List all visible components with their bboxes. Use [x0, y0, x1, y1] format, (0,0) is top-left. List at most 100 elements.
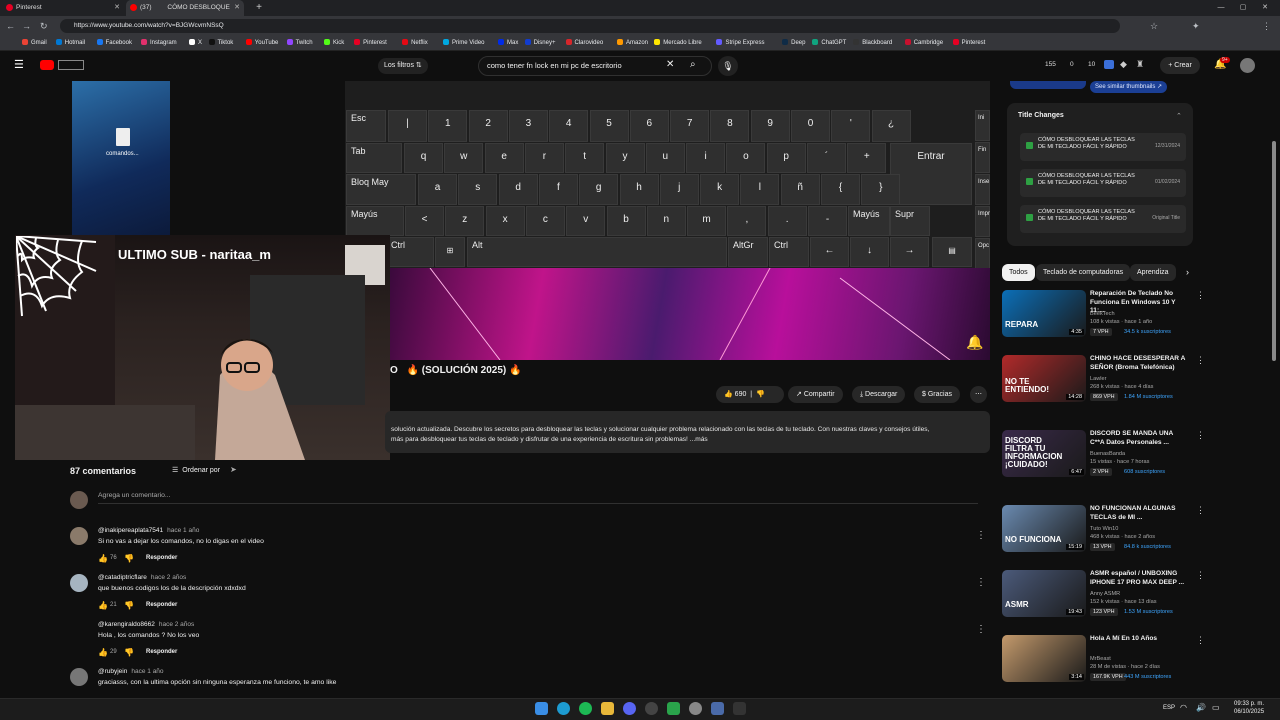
- key[interactable]: 4: [549, 110, 589, 142]
- comment-user[interactable]: @karengiraldo8662 hace 2 años: [98, 621, 194, 628]
- more-options-icon[interactable]: ⋮: [1196, 430, 1205, 441]
- see-similar-thumbnails-button[interactable]: See similar thumbnails ↗: [1090, 81, 1168, 93]
- bookmark-item[interactable]: X: [188, 36, 202, 51]
- key[interactable]: 5: [589, 110, 629, 142]
- chevron-up-icon[interactable]: ⌃: [1176, 112, 1182, 120]
- thumbs-down-icon[interactable]: 👎: [124, 554, 134, 563]
- key[interactable]: a: [418, 174, 457, 205]
- share-button[interactable]: ↗ Compartir: [788, 386, 843, 403]
- comment-user[interactable]: @catadiptricflare hace 2 años: [98, 574, 186, 581]
- key-supr[interactable]: Supr: [890, 206, 930, 236]
- sort-comments-button[interactable]: ☰ Ordenar por: [172, 466, 220, 474]
- file-explorer-icon[interactable]: [601, 702, 614, 715]
- key[interactable]: }: [861, 174, 901, 205]
- battery-icon[interactable]: ▭: [1212, 703, 1220, 712]
- more-options-icon[interactable]: ⋮: [976, 624, 986, 635]
- reply-button[interactable]: Responder: [146, 649, 177, 655]
- filter-chip[interactable]: Teclado de computadoras: [1036, 264, 1131, 281]
- arrow-key[interactable]: ↓: [850, 237, 889, 267]
- key[interactable]: ,: [727, 206, 767, 236]
- tab-youtube[interactable]: (37) CÓMO DESBLOQUE ✕: [126, 0, 244, 16]
- bookmark-item[interactable]: Prime Video: [442, 36, 485, 51]
- bookmark-item[interactable]: Tiktok: [208, 36, 233, 51]
- key[interactable]: v: [566, 206, 606, 236]
- bookmark-item[interactable]: YouTube: [245, 36, 278, 51]
- video-thumbnail[interactable]: 3:14: [1002, 635, 1086, 682]
- page-scrollbar[interactable]: [1271, 81, 1277, 698]
- recommended-video[interactable]: NO FUNCIONA 15:19 NO FUNCIONAN ALGUNAS TEC…: [1002, 505, 1205, 565]
- video-thumbnail[interactable]: NO FUNCIONA 15:19: [1002, 505, 1086, 552]
- close-icon[interactable]: ✕: [114, 0, 120, 16]
- key[interactable]: z: [445, 206, 485, 236]
- comment-user[interactable]: @rubyjein hace 1 año: [98, 668, 164, 675]
- key[interactable]: q: [404, 143, 443, 173]
- ext-icon[interactable]: [1104, 60, 1114, 69]
- ext3-icon[interactable]: ♜: [1136, 59, 1144, 70]
- key-ctrl[interactable]: Ctrl: [386, 237, 434, 267]
- bookmark-item[interactable]: Max: [498, 36, 518, 51]
- key[interactable]: e: [484, 143, 524, 173]
- discord-icon[interactable]: [623, 702, 636, 715]
- key[interactable]: +: [847, 143, 887, 173]
- more-options-icon[interactable]: ⋮: [1196, 635, 1205, 646]
- url-input[interactable]: https://www.youtube.com/watch?v=BJGWcvmN…: [60, 19, 1120, 33]
- volume-icon[interactable]: 🔊: [1196, 703, 1206, 712]
- side-key[interactable]: Ini: [975, 110, 990, 141]
- key[interactable]: h: [619, 174, 659, 205]
- key[interactable]: ´: [807, 143, 846, 173]
- thumbs-up-icon[interactable]: 👍: [98, 601, 108, 610]
- key[interactable]: m: [687, 206, 727, 236]
- bookmark-item[interactable]: Disney+: [524, 36, 555, 51]
- clock[interactable]: 09:33 p. m. 06/10/2025: [1234, 700, 1264, 716]
- key[interactable]: |: [388, 110, 427, 142]
- language-indicator[interactable]: ESP: [1163, 705, 1175, 711]
- key[interactable]: {: [821, 174, 860, 205]
- back-icon[interactable]: ←: [6, 19, 15, 33]
- reload-icon[interactable]: ↻: [40, 19, 48, 33]
- bookmark-item[interactable]: Mercado Libre: [654, 36, 702, 51]
- comment-user[interactable]: @inakipereaplata7541 hace 1 año: [98, 527, 199, 534]
- more-options-icon[interactable]: ⋮: [976, 577, 986, 588]
- bookmark-item[interactable]: Gmail: [22, 36, 47, 51]
- bookmark-item[interactable]: Pinterest: [952, 36, 985, 51]
- side-key[interactable]: Impr: [975, 206, 990, 237]
- filter-chip[interactable]: Aprendiza: [1130, 264, 1176, 281]
- key-shift-right[interactable]: Mayús: [848, 206, 890, 236]
- key[interactable]: n: [646, 206, 686, 236]
- side-key[interactable]: Fin: [975, 142, 990, 173]
- search-icon[interactable]: ⌕: [690, 59, 696, 70]
- key[interactable]: 0: [791, 110, 830, 142]
- key[interactable]: 3: [508, 110, 548, 142]
- key[interactable]: ñ: [780, 174, 820, 205]
- bookmark-item[interactable]: Twitch: [286, 36, 313, 51]
- terminal-icon[interactable]: [733, 702, 746, 715]
- reply-button[interactable]: Responder: [146, 602, 177, 608]
- avatar[interactable]: [70, 527, 88, 545]
- key[interactable]: 7: [670, 110, 710, 142]
- tab-pinterest[interactable]: Pinterest ✕: [2, 0, 124, 16]
- recommended-video[interactable]: 3:14 Hola A Mí En 10 Años MrBeast 28 M de v…: [1002, 635, 1205, 695]
- key[interactable]: o: [726, 143, 766, 173]
- bookmark-item[interactable]: Hotmail: [55, 36, 85, 51]
- download-button[interactable]: ⤓ Descargar: [852, 386, 906, 403]
- more-options-icon[interactable]: ⋮: [1196, 570, 1205, 581]
- key[interactable]: 8: [710, 110, 750, 142]
- thanks-button[interactable]: $ Gracias: [914, 386, 960, 403]
- key[interactable]: u: [645, 143, 685, 173]
- bookmark-item[interactable]: Blackboard: [853, 36, 892, 51]
- close-icon[interactable]: ✕: [234, 0, 240, 16]
- bookmark-item[interactable]: Cambridge: [904, 36, 943, 51]
- video-thumbnail[interactable]: REPARA 4:35: [1002, 290, 1086, 337]
- extensions-icon[interactable]: ✦: [1192, 19, 1200, 33]
- minimize-button[interactable]: —: [1210, 0, 1232, 16]
- youtube-logo-icon[interactable]: [40, 60, 54, 70]
- side-key[interactable]: Opc: [975, 238, 990, 269]
- bookmark-item[interactable]: Netflix: [402, 36, 428, 51]
- bookmark-item[interactable]: Pinterest: [354, 36, 387, 51]
- key[interactable]: s: [458, 174, 498, 205]
- key[interactable]: j: [659, 174, 699, 205]
- more-options-icon[interactable]: ⋮: [976, 530, 986, 541]
- key[interactable]: f: [538, 174, 578, 205]
- key[interactable]: k: [700, 174, 740, 205]
- bookmark-item[interactable]: Clarovideo: [565, 36, 603, 51]
